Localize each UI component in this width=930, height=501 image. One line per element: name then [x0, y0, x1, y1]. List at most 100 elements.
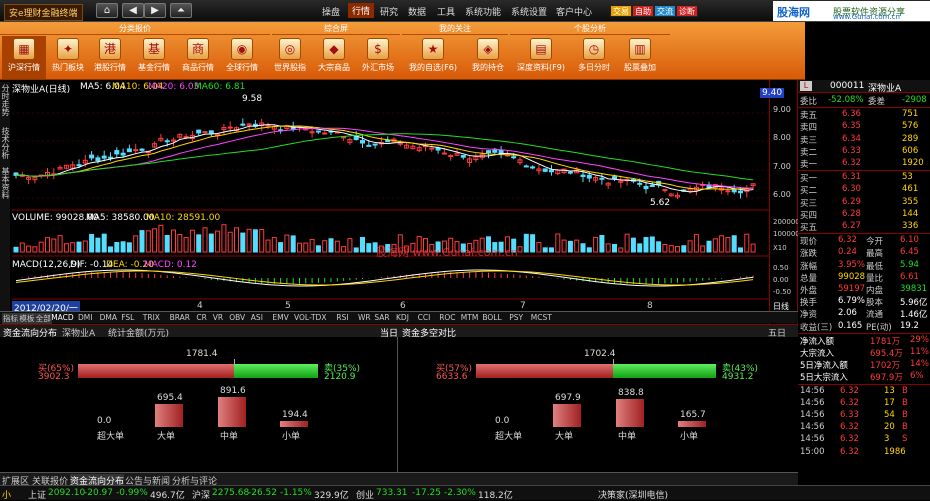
- toolbar-btn-0[interactable]: ▦ 沪深行情: [2, 36, 46, 79]
- stat-label-2: PE(动): [866, 322, 892, 333]
- volume-bar: [599, 234, 605, 253]
- toolbar-btn-2[interactable]: 港港股行情: [88, 36, 132, 79]
- indicator-tab-vol-tdx[interactable]: VOL-TDX: [294, 313, 326, 322]
- selfhelp-button[interactable]: 自助: [632, 5, 654, 17]
- indicator-tab-mtm[interactable]: MTM: [461, 313, 479, 322]
- volume-bar: [731, 235, 737, 253]
- indicator-tab-模板[interactable]: 模板: [18, 313, 36, 324]
- indicator-tab-wr[interactable]: WR: [358, 313, 371, 322]
- toolbar-btn-9[interactable]: ★ 我的自选(F6): [404, 36, 462, 79]
- menu-shuju[interactable]: 数据: [408, 5, 426, 18]
- indicator-tab-asi[interactable]: ASI: [251, 313, 263, 322]
- right-bar-label-1: 大单: [555, 432, 574, 442]
- flow-pct: 29%: [910, 334, 929, 345]
- toolbar-btn-8[interactable]: $ 外汇市场: [356, 36, 400, 79]
- indicator-tab-cr[interactable]: CR: [196, 313, 206, 322]
- toolbar-btn-11[interactable]: ▤ 深度资料(F9): [512, 36, 570, 79]
- volume-bar: [637, 243, 643, 253]
- candle-body: [542, 168, 548, 172]
- volume-bar: [246, 228, 252, 253]
- indicator-tab-cci[interactable]: CCI: [418, 313, 431, 322]
- bottom-tabs: 扩展区 关联报价 资金流向分布 公告与新闻 分析与评论: [0, 472, 798, 487]
- indicator-tab-roc[interactable]: ROC: [439, 313, 455, 322]
- menu-hangqing[interactable]: 行情: [348, 3, 375, 18]
- volume-bar: [315, 245, 321, 253]
- candle-body: [448, 154, 454, 157]
- flow-pct: 14%: [910, 359, 929, 370]
- mtick-000: 0.00: [773, 276, 789, 284]
- indicator-tab-kdj[interactable]: KDJ: [396, 313, 409, 322]
- tick-row-5: 15:00 6.32 1986: [798, 447, 930, 459]
- index-name-0[interactable]: 上证: [28, 488, 46, 501]
- index-name-2[interactable]: 创业: [356, 488, 374, 501]
- diagnose-button[interactable]: 诊断: [676, 5, 698, 17]
- indicator-tab-fsl[interactable]: FSL: [121, 313, 134, 322]
- weibi-label: 委比: [800, 97, 818, 107]
- tab-jishu[interactable]: 技术分析: [0, 127, 10, 159]
- volume-bar: [234, 227, 239, 253]
- back-icon[interactable]: ◀: [122, 3, 144, 18]
- flow-pct: 11%: [910, 347, 929, 357]
- indicator-tab-rsi[interactable]: RSI: [336, 313, 348, 322]
- bid-row-1: 买二 6.30 461: [798, 184, 930, 196]
- menu-caopan[interactable]: 操盘: [322, 5, 340, 18]
- ask-row-4: 卖一 6.32 1920: [798, 158, 930, 170]
- volume-bar: [750, 243, 756, 253]
- ask-volume: 751: [902, 109, 919, 120]
- indicator-tab-obv[interactable]: OBV: [229, 313, 245, 322]
- toolbar-btn-6[interactable]: ◎ 世界股指: [268, 36, 312, 79]
- ask-row-3: 卖二 6.33 606: [798, 146, 930, 158]
- toolbar-btn-1[interactable]: ✦ 热门板块: [46, 36, 90, 79]
- trade-button[interactable]: 交易: [610, 5, 632, 17]
- indicator-tab-mcst[interactable]: MCST: [531, 313, 552, 322]
- toolbar-btn-5[interactable]: ◉ 全球行情: [220, 36, 264, 79]
- macd-value: MACD: 0.12: [144, 260, 197, 270]
- menu-kehuzhongxin[interactable]: 客户中心: [556, 5, 592, 18]
- tab-jiben[interactable]: 基本资料: [0, 167, 10, 199]
- indicator-tab-dmi[interactable]: DMI: [78, 313, 92, 322]
- indicator-tab-trix[interactable]: TRIX: [143, 313, 160, 322]
- indicator-tab-vr[interactable]: VR: [213, 313, 223, 322]
- stat-value-2: 19.2: [900, 320, 919, 331]
- home-icon[interactable]: ⌂: [96, 3, 118, 18]
- toolbar-btn-10[interactable]: ◈ 我的持仓: [466, 36, 510, 79]
- toolbar-btn-4[interactable]: 商商品行情: [176, 36, 220, 79]
- indicator-tab-emv[interactable]: EMV: [272, 313, 288, 322]
- toolbar-btn-label: 全球行情: [226, 63, 258, 72]
- flame-icon: ✦: [57, 38, 79, 60]
- kline-chart[interactable]: 深物业A(日线) MA5: 6.04 MA10: 6.04 MA20: 6.03…: [0, 80, 770, 324]
- toolbar-btn-3[interactable]: 基基金行情: [132, 36, 176, 79]
- tab-fenshi[interactable]: 分时走势: [0, 84, 10, 116]
- volume-bar: [158, 224, 164, 253]
- toolbar-btn-7[interactable]: ◆ 大宗商品: [312, 36, 356, 79]
- volume-bar: [738, 247, 743, 253]
- indicator-tab-dma[interactable]: DMA: [100, 313, 117, 322]
- forward-icon[interactable]: ▶: [144, 3, 166, 18]
- toolbar-btn-13[interactable]: ▥ 股票叠加: [618, 36, 662, 79]
- indicator-tab-brar[interactable]: BRAR: [170, 313, 190, 322]
- stat-label-2: 最低: [866, 261, 884, 272]
- candle-body: [523, 165, 529, 168]
- chat-button[interactable]: 交流: [654, 5, 676, 17]
- indicator-tab-macd[interactable]: MACD: [51, 313, 73, 322]
- bid-row-0: 买一 6.31 53: [798, 172, 930, 184]
- indicator-tab-全部[interactable]: 全部: [34, 313, 52, 324]
- indicator-tab-boll[interactable]: BOLL: [482, 313, 501, 322]
- menu-yanjiu[interactable]: 研究: [380, 5, 398, 18]
- menu-xitonggongneng[interactable]: 系统功能: [465, 5, 501, 18]
- volume-bar: [744, 233, 750, 253]
- tick-row-2: 14:56 6.33 54 B: [798, 410, 930, 422]
- candle-body: [76, 164, 82, 167]
- index-name-1[interactable]: 沪深: [192, 488, 210, 501]
- candle-body: [196, 129, 202, 134]
- menu-gongju[interactable]: 工具: [437, 5, 455, 18]
- toolbar-btn-12[interactable]: ◷ 多日分时: [572, 36, 616, 79]
- indicator-tab-指标[interactable]: 指标: [2, 313, 19, 324]
- indicator-tab-sar[interactable]: SAR: [374, 313, 389, 322]
- tick-row-1: 14:56 6.32 17 B: [798, 398, 930, 410]
- volume-bar: [719, 235, 725, 253]
- indicator-tab-psy[interactable]: PSY: [509, 313, 523, 322]
- sep-4: [798, 332, 930, 334]
- menu-xitongshezhi[interactable]: 系统设置: [511, 5, 547, 18]
- collapse-icon[interactable]: ⏶: [170, 3, 192, 18]
